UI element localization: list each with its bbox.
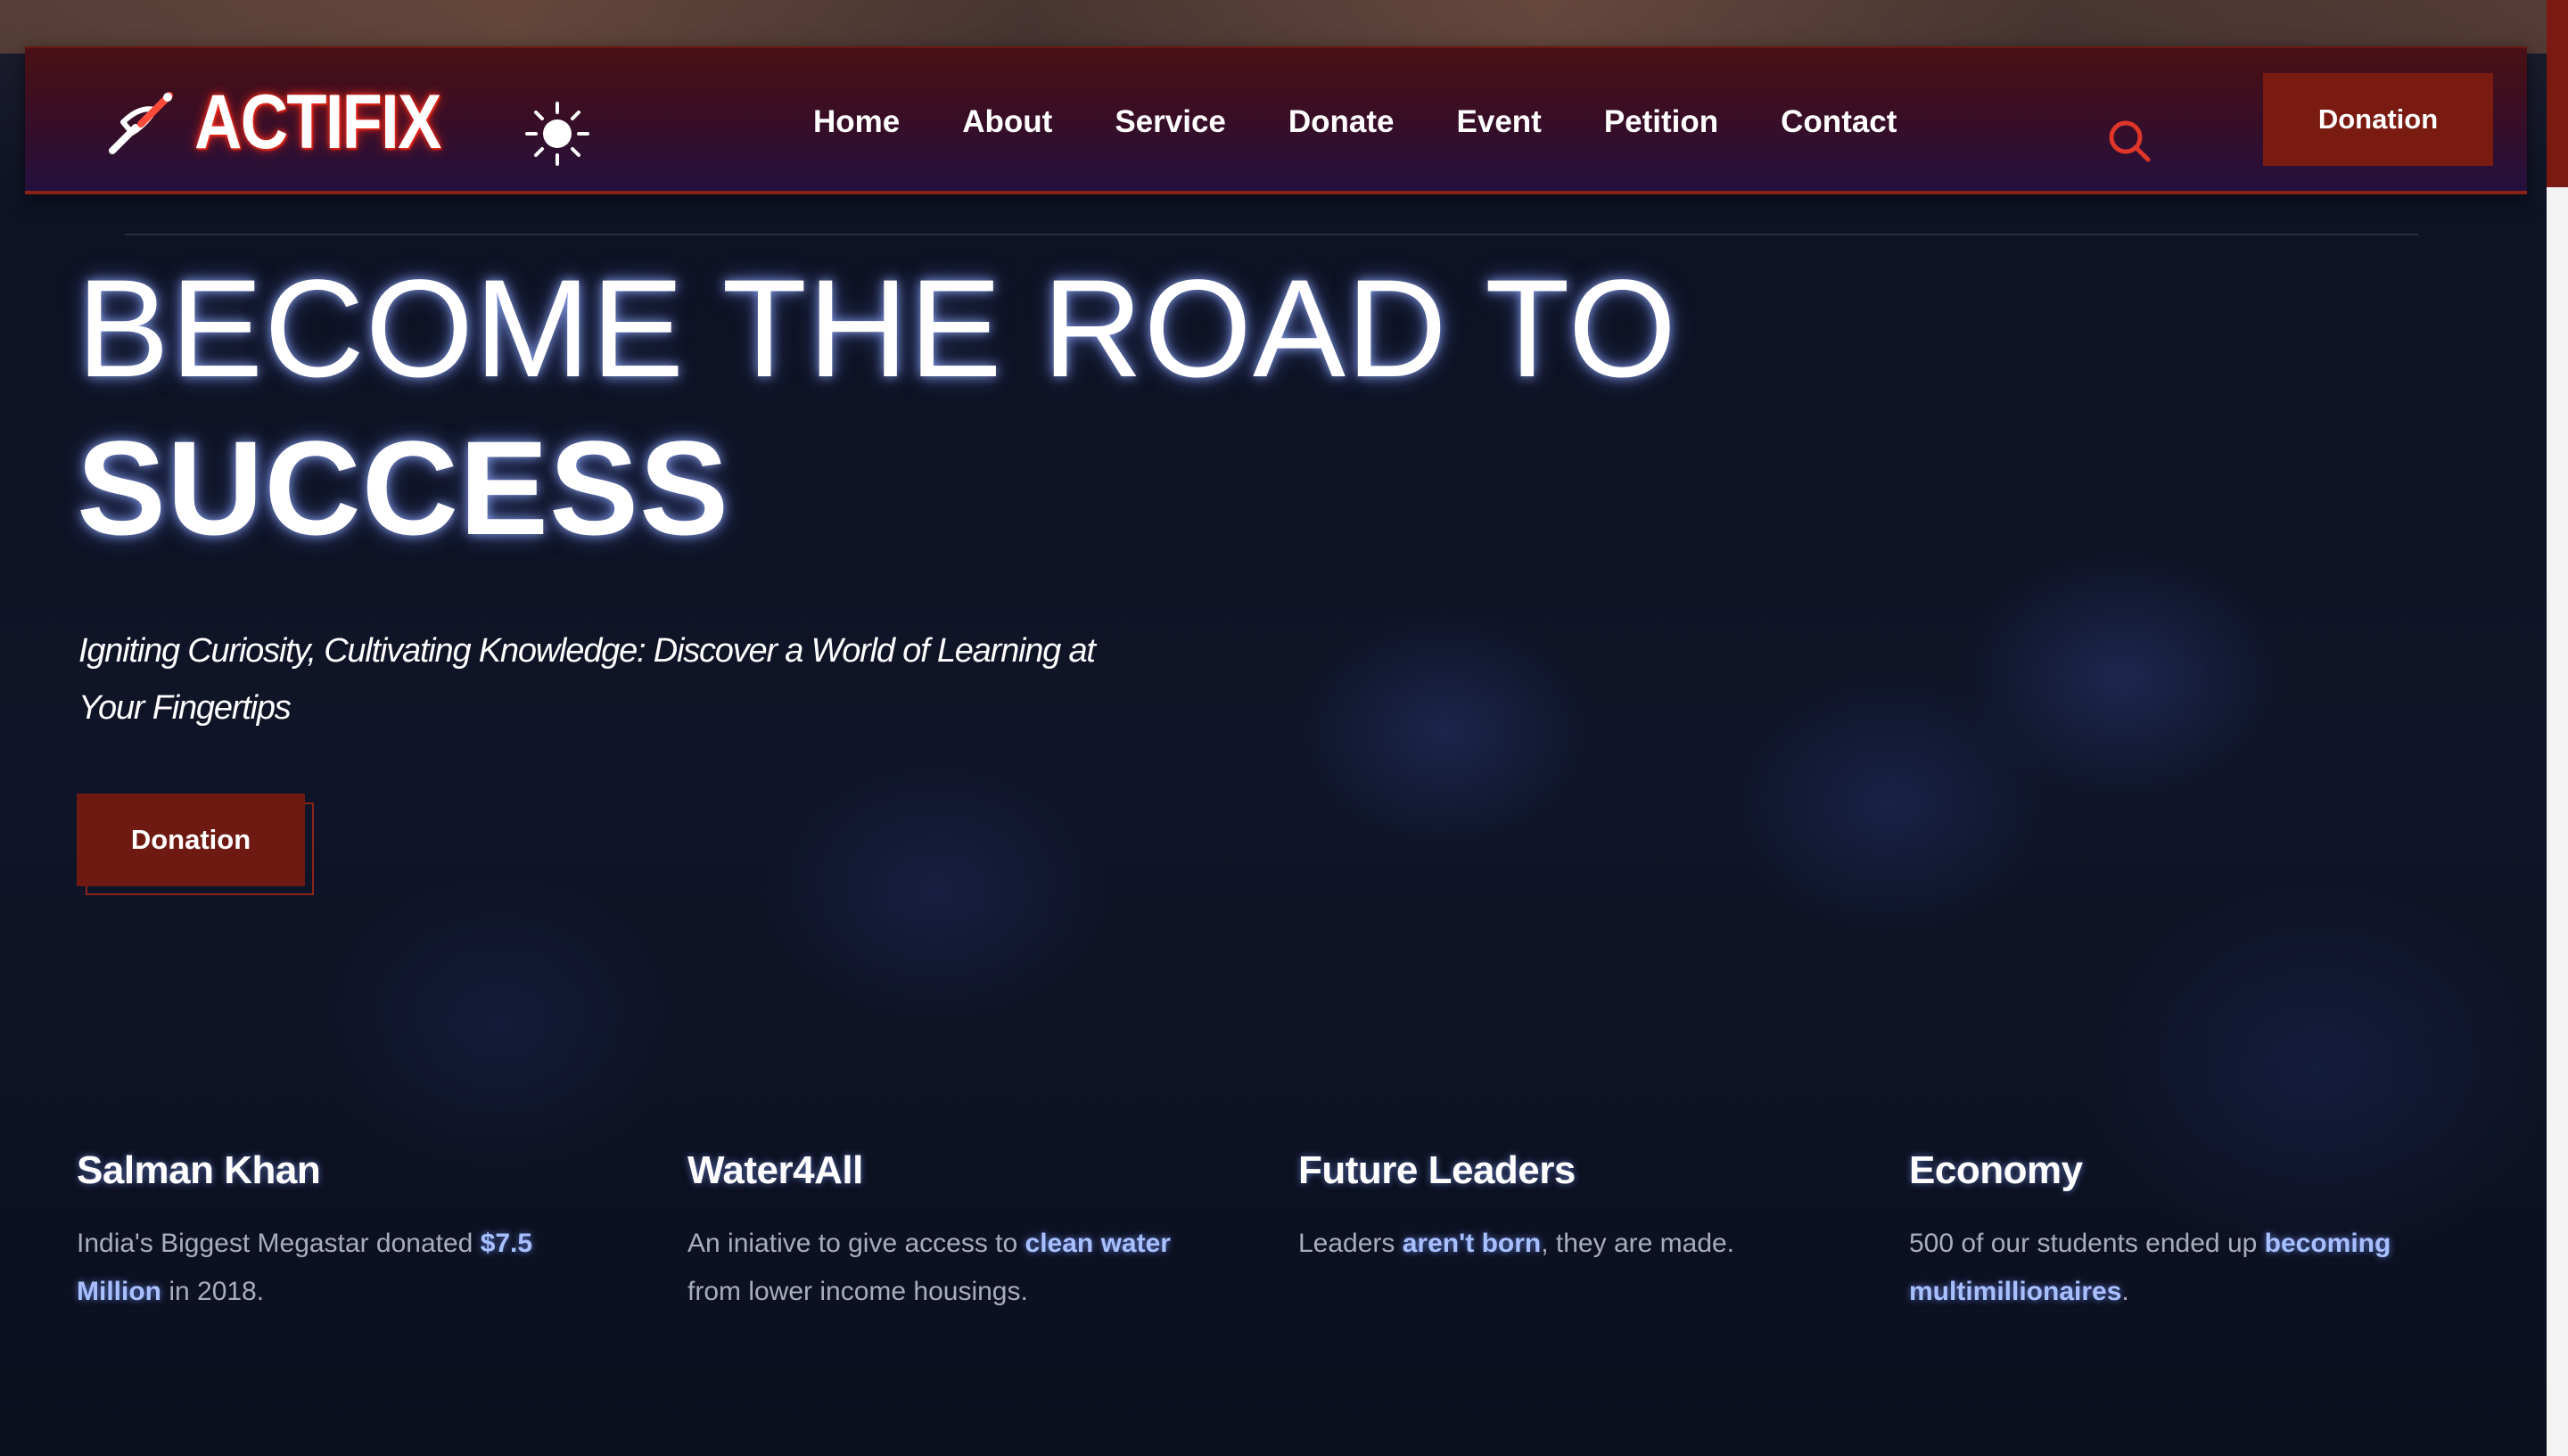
nav-donation-button[interactable]: Donation [2263,73,2506,178]
feature-text: Leaders aren't born, they are made. [1298,1220,1798,1268]
nav-link-home[interactable]: Home [813,104,900,140]
hero-image-top-strip [0,0,2568,53]
feature-highlight: aren't born [1402,1229,1542,1258]
feature-text: India's Biggest Megastar donated $7.5 Mi… [77,1220,576,1316]
logo-text: ACTIFIX [194,78,441,165]
feature-text: An iniative to give access to clean wate… [687,1220,1187,1316]
feature-card: Economy 500 of our students ended up bec… [1909,1139,2408,1316]
hero-donation-button[interactable]: Donation [77,794,305,886]
nav-link-service[interactable]: Service [1115,104,1226,140]
hero-title-line1: BECOME THE ROAD TO [77,251,1678,407]
feature-card: Future Leaders Leaders aren't born, they… [1298,1139,1798,1268]
nav-menu: Home About Service Donate Event Petition… [813,48,1897,196]
hero-title-line2: SUCCESS [77,413,730,563]
feature-card: Salman Khan India's Biggest Megastar don… [77,1139,576,1316]
hero-subtitle-line2: Your Fingertips [78,689,292,727]
feature-title: Water4All [687,1148,863,1192]
sun-icon[interactable] [524,101,590,167]
navbar: ACTIFIX Home About Service Donate Event … [25,46,2527,194]
feature-title: Future Leaders [1298,1148,1576,1192]
feature-text-after: in 2018. [160,1277,265,1306]
logo-link[interactable]: ACTIFIX [105,79,480,165]
hero-subtitle: Igniting Curiosity, Cultivating Knowledg… [78,622,1096,736]
window-right-edge [2547,0,2568,1456]
feature-text-before: India's Biggest Megastar donated [77,1229,481,1258]
search-icon[interactable] [2106,118,2152,164]
nav-link-donate[interactable]: Donate [1288,104,1395,140]
feature-card: Water4All An iniative to give access to … [687,1139,1187,1316]
nav-link-event[interactable]: Event [1457,104,1542,140]
hero-subtitle-line1: Igniting Curiosity, Cultivating Knowledg… [78,632,1096,670]
nav-link-petition[interactable]: Petition [1604,104,1718,140]
feature-text-before: 500 of our students ended up [1909,1229,2265,1258]
feature-text-after: from lower income housings. [687,1277,1028,1306]
hero-divider [125,234,2418,235]
feature-text-after: , they are made. [1541,1229,1735,1258]
feature-text-after: . [2121,1277,2129,1306]
window-right-edge-accent [2547,0,2568,187]
feature-title: Economy [1909,1148,2083,1192]
nav-link-contact[interactable]: Contact [1781,104,1897,140]
feature-text-before: An iniative to give access to [687,1229,1025,1258]
feature-title: Salman Khan [77,1148,321,1192]
feature-highlight: clean water [1025,1229,1171,1258]
hero-heading: BECOME THE ROAD TO SUCCESS [77,250,1682,567]
feature-text-before: Leaders [1298,1229,1403,1258]
feature-text: 500 of our students ended up becoming mu… [1909,1220,2408,1316]
nav-link-about[interactable]: About [962,104,1052,140]
features-row: Salman Khan India's Biggest Megastar don… [77,1139,2520,1389]
logo-icon [109,92,173,154]
